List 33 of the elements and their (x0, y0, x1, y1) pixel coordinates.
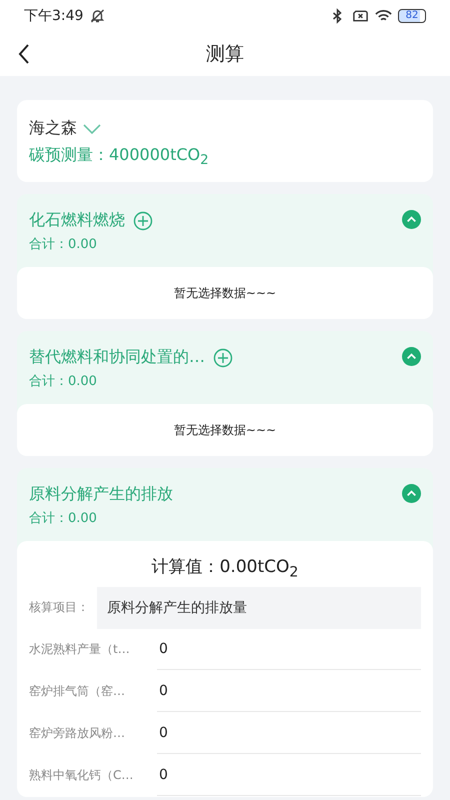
collapse-icon[interactable] (402, 484, 421, 504)
input-field[interactable]: 0 (157, 629, 421, 670)
no-sim-icon (352, 8, 369, 24)
collapse-icon[interactable] (402, 347, 421, 366)
company-name[interactable]: 海之森 (29, 118, 77, 139)
input-field[interactable]: 0 (157, 671, 421, 712)
field-label: 熟料中氧化钙（C… (29, 767, 134, 784)
section-total: 合计：0.00 (29, 510, 98, 528)
back-icon[interactable] (18, 43, 30, 65)
section-title: 化石燃料燃烧 (29, 210, 125, 232)
empty-message: 暂无选择数据~~~ (174, 284, 276, 302)
field-label: 核算项目： (29, 599, 89, 616)
add-icon[interactable] (133, 210, 153, 231)
bell-off-icon (89, 8, 106, 24)
field-label: 窑炉旁路放风粉… (29, 725, 126, 742)
carbon-estimate: 碳预测量：400000tCO$_{2}$ (29, 145, 210, 168)
empty-message: 暂无选择数据~~~ (174, 422, 276, 439)
status-time: 下午3:49 (24, 7, 84, 25)
chevron-down-icon[interactable] (83, 124, 101, 134)
input-field[interactable]: 0 (157, 713, 421, 754)
section-total: 合计：0.00 (29, 373, 98, 390)
field-label: 水泥熟料产量（t… (29, 641, 131, 658)
item-field[interactable]: 原料分解产生的排放量 (97, 586, 421, 629)
field-label: 窑炉排气筒（窑… (29, 683, 126, 700)
section-title: 原料分解产生的排放 (29, 484, 173, 506)
input-field[interactable]: 0 (157, 755, 421, 796)
collapse-icon[interactable] (402, 210, 421, 230)
add-icon[interactable] (213, 348, 233, 368)
battery-icon: 82 (398, 9, 426, 23)
section-title: 替代燃料和协同处置的… (29, 347, 205, 368)
section-total: 合计：0.00 (29, 236, 98, 254)
page-title: 测算 (206, 42, 244, 67)
calculated-value: 计算值：0.00tCO$_{2}$ (152, 556, 298, 581)
